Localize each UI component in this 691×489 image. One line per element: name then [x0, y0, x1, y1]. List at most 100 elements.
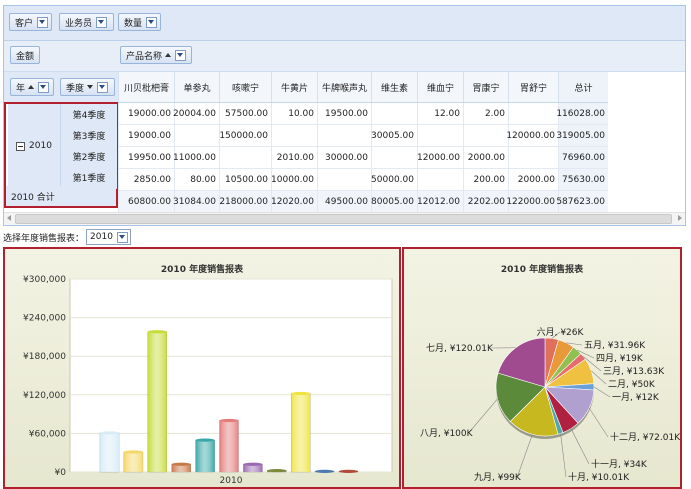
pie-leader	[516, 434, 533, 478]
pie-leader	[468, 398, 498, 434]
bar-cap	[219, 418, 239, 423]
horizontal-scrollbar[interactable]	[4, 212, 685, 225]
table-cell	[317, 169, 371, 190]
filter-label: 数量	[124, 18, 143, 29]
bar-shine	[100, 432, 119, 472]
table-cell: 2850.00	[118, 169, 174, 190]
table-cell: 150000.00	[219, 125, 271, 146]
pie-leader	[588, 407, 609, 438]
filter-quantity[interactable]: 数量	[118, 13, 161, 31]
dropdown-icon[interactable]	[175, 49, 187, 61]
column-field-chip[interactable]: 产品名称	[120, 46, 192, 64]
bar-chart: ¥0 ¥60,000 ¥120,000 ¥180,000 ¥240,000 ¥300,00…	[23, 275, 393, 486]
table-cell: 200.00	[463, 169, 508, 190]
bar-cap	[100, 431, 119, 435]
sort-asc-icon	[28, 85, 35, 89]
table-row: 2850.00 80.00 10500.00 10000.00 50000.00 200.…	[118, 169, 608, 191]
pie-label: 十月, ¥10.01K	[568, 471, 630, 483]
column-header: 维生素	[371, 72, 417, 102]
total-row: 60800.00 31084.00 218000.00 12020.00 49500.0…	[118, 191, 608, 213]
pie-label: 三月, ¥13.63K	[603, 366, 665, 377]
scroll-left-icon[interactable]	[7, 215, 11, 221]
table-row: 19000.00 150000.00 30005.00 120000.00 319005…	[118, 125, 608, 147]
table-cell	[463, 125, 508, 146]
table-cell: 30000.00	[317, 147, 371, 168]
pie-label: 十一月, ¥34K	[591, 458, 648, 470]
quarter-label: 第4季度	[60, 104, 117, 126]
bar-shine	[123, 452, 143, 472]
table-cell: 116028.00	[556, 103, 608, 124]
x-tick-label: 2010	[220, 476, 243, 486]
row-field-label: 季度	[66, 83, 85, 94]
column-header: 维血宁	[417, 72, 463, 102]
scroll-thumb[interactable]	[15, 214, 672, 224]
y-tick-label: ¥120,000	[23, 391, 66, 401]
bar-cap	[315, 469, 335, 473]
pie-label: 六月, ¥26K	[537, 326, 585, 338]
row-field-quarter-chip[interactable]: 季度	[60, 78, 115, 96]
dropdown-icon[interactable]	[116, 231, 128, 243]
dropdown-icon[interactable]	[38, 81, 50, 93]
y-tick-label: ¥240,000	[23, 314, 66, 324]
pie-label: 四月, ¥19K	[596, 353, 644, 364]
table-cell	[174, 125, 219, 146]
pie-label: 十二月, ¥72.01K	[610, 431, 680, 443]
bar-chart-panel: 2010 年度销售报表 ¥0 ¥60,000 ¥120,000 ¥180,000 ¥24…	[3, 247, 401, 489]
dropdown-icon[interactable]	[97, 81, 109, 93]
table-cell	[371, 103, 417, 124]
pie-label: 九月, ¥99K	[474, 472, 522, 483]
bar-shine	[195, 440, 215, 472]
table-cell: 2202.00	[463, 191, 508, 212]
bar-cap	[147, 330, 167, 334]
table-cell	[271, 125, 317, 146]
year-row-group: 2010 第4季度 第3季度 第2季度 第1季度 2010 合计	[4, 102, 118, 208]
table-cell	[417, 169, 463, 190]
pie-label: 二月, ¥50K	[608, 379, 656, 390]
table-cell: 20004.00	[173, 103, 219, 124]
table-cell: 319005.00	[556, 125, 608, 146]
table-cell: 122000.00	[506, 191, 558, 212]
table-cell	[417, 125, 463, 146]
pie-label: 八月, ¥100K	[420, 428, 474, 439]
table-cell: 57500.00	[219, 103, 271, 124]
column-header: 咳嗽宁	[219, 72, 271, 102]
filter-salesperson[interactable]: 业务员	[59, 13, 114, 31]
header-row: 金额 产品名称	[4, 41, 685, 72]
year-total-label: 2010 合计	[6, 186, 116, 206]
table-cell	[317, 125, 371, 146]
year-group-cell[interactable]: 2010	[8, 104, 60, 188]
dropdown-icon[interactable]	[96, 16, 108, 28]
table-cell: 76960.00	[558, 147, 608, 168]
bar-cap	[243, 462, 263, 466]
bar-shine	[291, 393, 311, 472]
column-header: 牛牌喉声丸	[317, 72, 371, 102]
collapse-icon[interactable]	[16, 141, 26, 151]
column-header: 川贝枇杷膏	[118, 72, 174, 102]
row-field-year-chip[interactable]: 年	[10, 78, 54, 96]
pie-leader	[560, 433, 567, 478]
y-tick-label: ¥180,000	[23, 352, 66, 362]
table-cell: 12.00	[417, 103, 463, 124]
year-select[interactable]: 2010	[86, 229, 131, 245]
column-headers: 川贝枇杷膏 单参丸 咳嗽宁 牛黄片 牛牌喉声丸 维生素 维血宁 胃康宁 胃舒宁 总计	[118, 72, 608, 103]
measure-chip[interactable]: 金额	[10, 46, 40, 64]
table-cell	[371, 147, 417, 168]
dropdown-icon[interactable]	[146, 16, 157, 28]
year-label: 2010	[29, 141, 52, 151]
table-row: 19950.00 11000.00 2010.00 30000.00 12000.00 2…	[118, 147, 608, 169]
pie-label: 五月, ¥31.96K	[584, 340, 646, 351]
dropdown-icon[interactable]	[37, 16, 48, 28]
column-header: 单参丸	[174, 72, 219, 102]
bar-cap	[195, 438, 215, 442]
table-cell: 80005.00	[371, 191, 417, 212]
sort-desc-icon	[87, 85, 94, 89]
filter-customer[interactable]: 客户	[9, 13, 52, 31]
scroll-right-icon[interactable]	[678, 215, 682, 221]
filter-label: 业务员	[65, 18, 93, 29]
pie-chart: 六月, ¥26K 五月, ¥31.96K 四月, ¥19K 三月, ¥13.63K 二月…	[420, 326, 680, 483]
table-row: 19000.00 20004.00 57500.00 10.00 19500.00 12.…	[118, 103, 608, 125]
table-cell: 12000.00	[417, 147, 463, 168]
table-cell: 19500.00	[317, 103, 371, 124]
table-cell	[219, 147, 271, 168]
table-cell: 19000.00	[118, 125, 174, 146]
